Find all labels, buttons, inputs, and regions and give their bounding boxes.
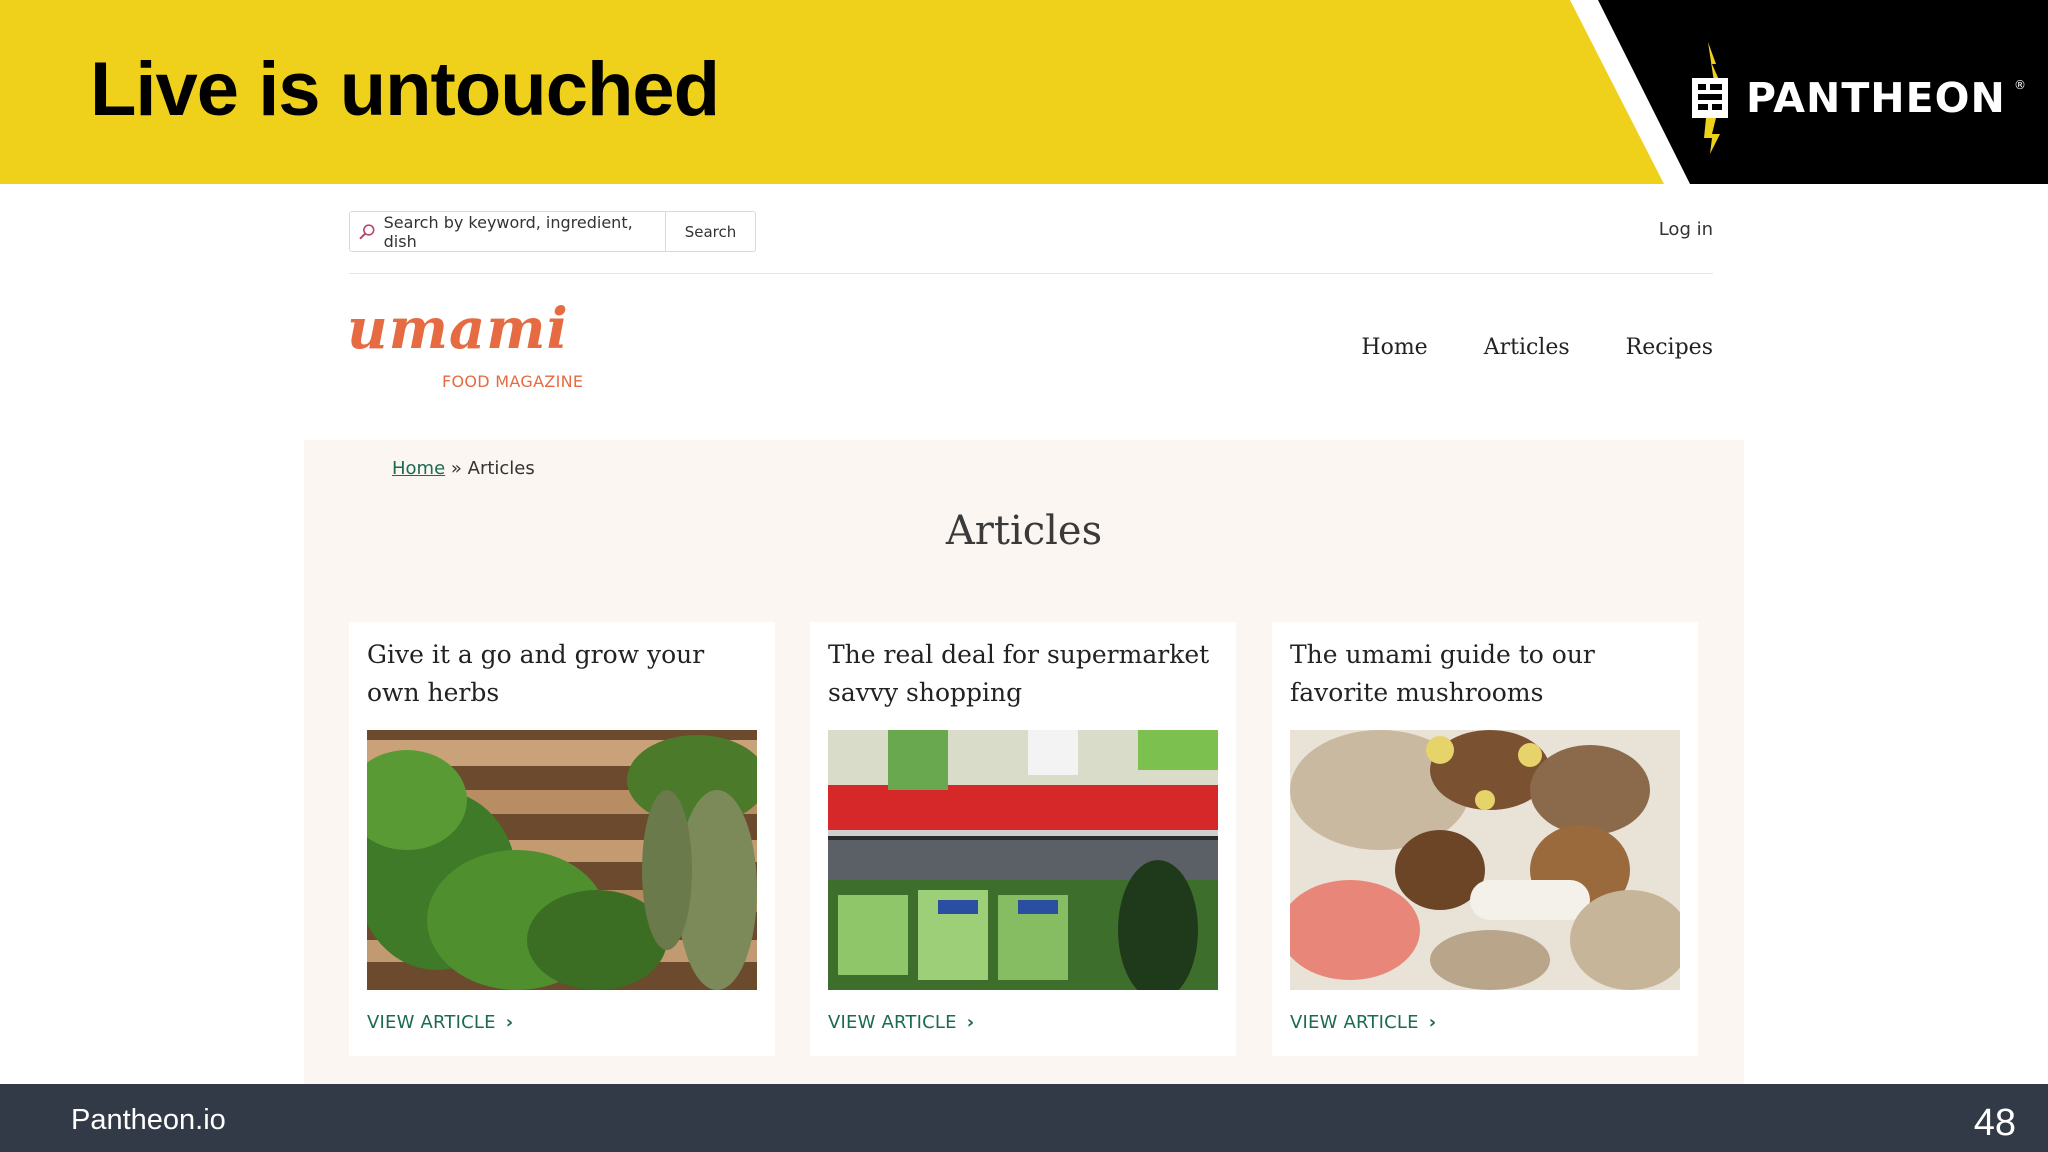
brand-name: PANTHEON (1746, 74, 2006, 122)
article-card: The real deal for supermarket savvy shop… (810, 622, 1236, 1056)
supermarket-photo[interactable] (828, 730, 1218, 990)
login-link[interactable]: Log in (1659, 219, 1713, 240)
view-article-link[interactable]: VIEW ARTICLE › (828, 1012, 974, 1033)
herbs-image (367, 730, 757, 990)
nav-articles[interactable]: Articles (1484, 335, 1570, 360)
registered-mark: ® (2014, 78, 2026, 92)
search-input[interactable]: Search by keyword, ingredient, dish (350, 212, 666, 251)
logo-wordmark: umami (347, 296, 569, 362)
content-area: Home » Articles Articles Give it a go an… (304, 440, 1744, 1084)
chevron-right-icon: › (505, 1012, 514, 1033)
page-heading: Articles (945, 508, 1103, 554)
slide-number: 48 (1973, 1102, 2016, 1144)
article-card: The umami guide to our favorite mushroom… (1272, 622, 1698, 1056)
view-article-label: VIEW ARTICLE (828, 1012, 957, 1033)
article-card: Give it a go and grow your own herbs VIE… (349, 622, 775, 1056)
search-icon (359, 223, 375, 240)
view-article-label: VIEW ARTICLE (367, 1012, 496, 1033)
breadcrumb-separator: » (450, 458, 462, 479)
supermarket-image (828, 730, 1218, 990)
pantheon-bolt-icon (1692, 42, 1728, 154)
article-title[interactable]: The umami guide to our favorite mushroom… (1290, 636, 1680, 712)
breadcrumb-home[interactable]: Home (392, 458, 445, 479)
slide-title: Live is untouched (90, 47, 720, 132)
footer-site-name: Pantheon.io (71, 1104, 226, 1136)
site-topbar: Search by keyword, ingredient, dish Sear… (349, 210, 1713, 274)
logo-tagline: FOOD MAGAZINE (442, 372, 584, 391)
nav-home[interactable]: Home (1361, 335, 1427, 360)
breadcrumb: Home » Articles (392, 458, 535, 479)
view-article-link[interactable]: VIEW ARTICLE › (367, 1012, 513, 1033)
breadcrumb-current: Articles (467, 458, 535, 479)
view-article-link[interactable]: VIEW ARTICLE › (1290, 1012, 1436, 1033)
slide-header: Live is untouched PANTHEON ® (0, 0, 2048, 184)
pantheon-logo: PANTHEON ® (1684, 42, 2034, 154)
chevron-right-icon: › (1428, 1012, 1437, 1033)
search-form: Search by keyword, ingredient, dish Sear… (349, 211, 756, 252)
chevron-right-icon: › (966, 1012, 975, 1033)
nav-recipes[interactable]: Recipes (1626, 335, 1713, 360)
umami-logo[interactable]: umami FOOD MAGAZINE (347, 296, 587, 391)
herbs-photo[interactable] (367, 730, 757, 990)
slide-footer: Pantheon.io 48 (0, 1084, 2048, 1152)
article-title[interactable]: The real deal for supermarket savvy shop… (828, 636, 1218, 712)
search-button[interactable]: Search (666, 212, 755, 251)
mushrooms-image (1290, 730, 1680, 990)
search-placeholder: Search by keyword, ingredient, dish (383, 212, 633, 251)
mushrooms-photo[interactable] (1290, 730, 1680, 990)
view-article-label: VIEW ARTICLE (1290, 1012, 1419, 1033)
main-nav: Home Articles Recipes (1361, 335, 1713, 360)
article-title[interactable]: Give it a go and grow your own herbs (367, 636, 757, 712)
